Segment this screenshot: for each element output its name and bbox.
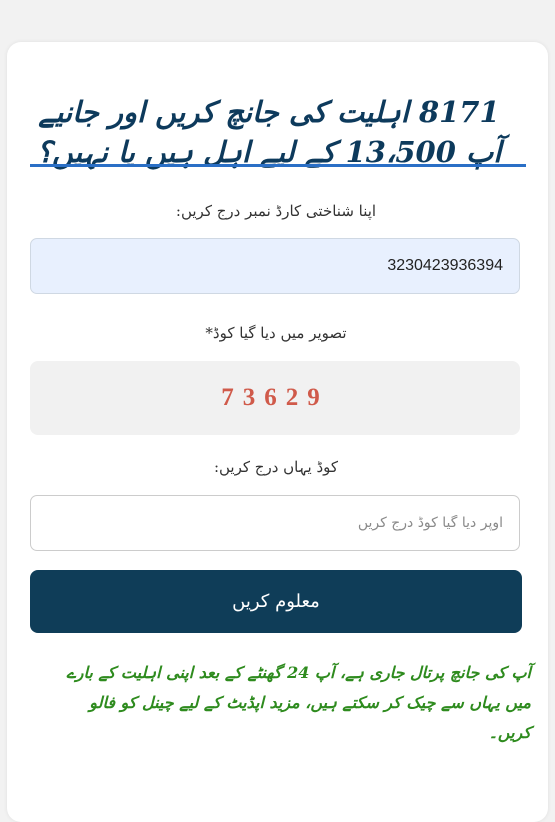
cnic-label: اپنا شناختی کارڈ نمبر درج کریں: [175, 202, 377, 220]
page-title: 8171 اہلیت کی جانچ کریں اور جانیے آپ 13،… [36, 95, 502, 169]
code-label: کوڈ یہاں درج کریں: [213, 458, 339, 476]
title-divider [30, 164, 526, 167]
cnic-value: 3230423936394 [387, 257, 503, 274]
captcha-image: 73629 [30, 361, 520, 435]
form-card: 8171 اہلیت کی جانچ کریں اور جانیے آپ 13،… [7, 42, 548, 822]
captcha-code: 73629 [221, 384, 329, 411]
captcha-label: تصویر میں دیا گیا کوڈ* [205, 324, 347, 342]
code-input[interactable] [30, 495, 520, 551]
cnic-field[interactable]: 3230423936394 [30, 238, 520, 294]
submit-button[interactable]: معلوم کریں [30, 570, 522, 633]
notice-text: آپ کی جانچ پرتال جاری ہے، آپ 24 گھنٹے کے… [66, 663, 531, 742]
